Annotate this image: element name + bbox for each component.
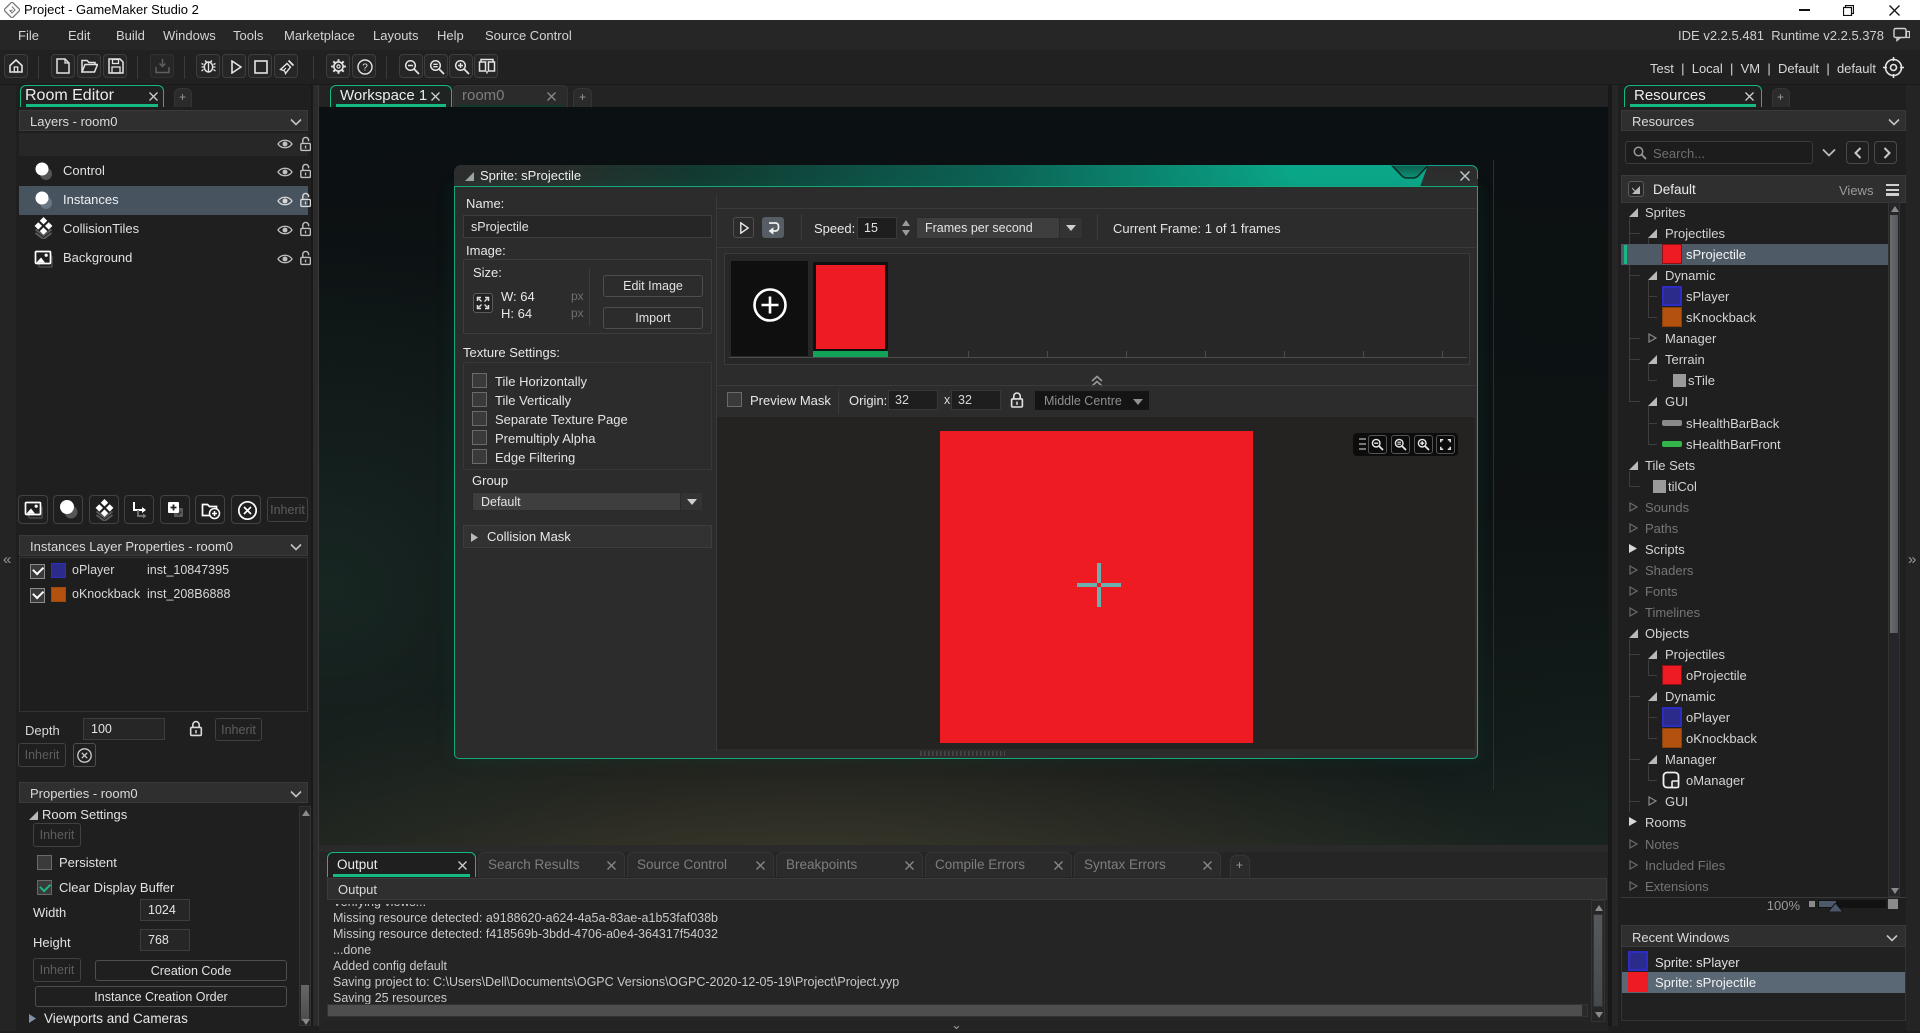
svg-text:?: ? bbox=[362, 63, 368, 74]
